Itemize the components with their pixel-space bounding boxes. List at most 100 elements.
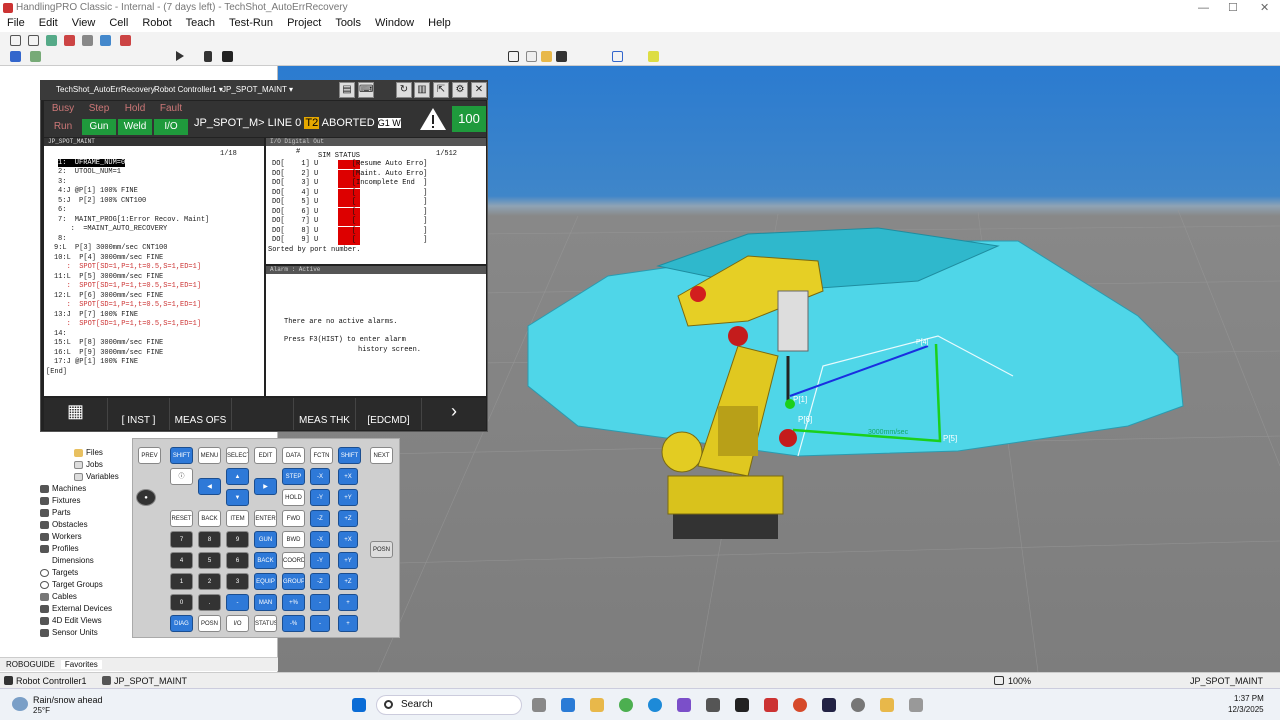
jog-j8-minus[interactable]: -	[310, 615, 330, 632]
key-fctn[interactable]: FCTN	[310, 447, 333, 464]
jog-x-minus[interactable]: -X	[310, 468, 330, 485]
stop-icon[interactable]	[222, 51, 233, 62]
clock-date[interactable]: 12/3/2025	[1228, 705, 1264, 714]
close-button[interactable]: ✕	[1260, 0, 1269, 16]
start-icon[interactable]	[352, 698, 366, 712]
jog-y-minus[interactable]: -Y	[310, 489, 330, 506]
key-hold[interactable]: HOLD	[282, 489, 305, 506]
key-group[interactable]: GROUP	[282, 573, 305, 590]
maximize-button[interactable]: ☐	[1228, 0, 1238, 16]
pause-icon[interactable]	[204, 51, 212, 62]
menu-project[interactable]: Project	[280, 16, 328, 32]
program-line[interactable]: : =MAINT_AUTO_RECOVERY	[58, 225, 168, 233]
key-posn-side[interactable]: POSN	[370, 541, 393, 558]
io-row[interactable]: DO[ 9] U [ ]	[272, 236, 427, 244]
arrow-up-icon[interactable]: ▲	[226, 468, 249, 485]
program-line[interactable]: 5:J P[2] 100% CNT100	[58, 197, 146, 205]
jog-z-minus[interactable]: -Z	[310, 510, 330, 527]
play-icon[interactable]	[176, 51, 184, 61]
key-0[interactable]: 0	[170, 594, 193, 611]
program-dropdown[interactable]: JP_SPOT_MAINT ▾	[222, 80, 293, 100]
key-menu[interactable]: MENU	[198, 447, 221, 464]
key-dot[interactable]: .	[198, 594, 221, 611]
jog-j7-minus[interactable]: -	[310, 594, 330, 611]
roboguide-icon[interactable]	[764, 698, 778, 712]
edge-icon[interactable]	[648, 698, 662, 712]
f2-meas-ofs-button[interactable]: MEAS OFS	[170, 398, 232, 430]
new-file-icon[interactable]	[526, 51, 537, 62]
program-line[interactable]: 14:	[54, 330, 67, 338]
key-6[interactable]: 6	[226, 552, 249, 569]
menu-test-run[interactable]: Test-Run	[222, 16, 280, 32]
program-line[interactable]: 12:L P[6] 3000mm/sec FINE	[54, 292, 163, 300]
key-status[interactable]: STATUS	[254, 615, 277, 632]
io-row[interactable]: DO[ 4] U [ ]	[272, 189, 427, 197]
arrow-right-icon[interactable]: ▶	[254, 478, 277, 495]
app-icon[interactable]	[735, 698, 749, 712]
key-bwd[interactable]: BWD	[282, 531, 305, 548]
menu-teach[interactable]: Teach	[179, 16, 222, 32]
program-line[interactable]: : SPOT[SD=1,P=1,t=0.5,S=1,ED=1]	[54, 263, 201, 271]
key-gun[interactable]: GUN	[254, 531, 277, 548]
key-shift-right[interactable]: SHIFT	[338, 447, 361, 464]
key-item[interactable]: ITEM	[226, 510, 249, 527]
program-line[interactable]: 17:J @P[1] 100% FINE	[54, 358, 138, 366]
key-fwd[interactable]: FWD	[282, 510, 305, 527]
app-icon[interactable]	[677, 698, 691, 712]
key-diag-help[interactable]: DIAG HELP	[170, 615, 193, 632]
emergency-stop-icon[interactable]: ●	[136, 489, 156, 506]
app-icon[interactable]	[880, 698, 894, 712]
pendant-close-icon[interactable]: ✕	[471, 82, 487, 98]
jog-j5-plus[interactable]: +Y	[338, 552, 358, 569]
program-line[interactable]: : SPOT[SD=1,P=1,t=0.5,S=1,ED=1]	[54, 301, 201, 309]
menu-help[interactable]: Help	[421, 16, 458, 32]
program-line[interactable]: 9:L P[3] 3000mm/sec CNT100	[54, 244, 167, 252]
key-1[interactable]: 1	[170, 573, 193, 590]
program-line[interactable]: 1: UFRAME_NUM=0	[58, 159, 126, 167]
teach-icon[interactable]	[30, 51, 41, 62]
key-enter[interactable]: ENTER	[254, 510, 277, 527]
record-icon[interactable]	[120, 35, 131, 46]
tab-favorites[interactable]: Favorites	[60, 660, 102, 669]
help-icon[interactable]	[648, 51, 659, 62]
info-icon[interactable]: ⓘ	[170, 468, 193, 485]
key-posn[interactable]: POSN	[198, 615, 221, 632]
app-icon[interactable]	[793, 698, 807, 712]
program-line[interactable]: 3:	[58, 178, 66, 186]
arrow-down-icon[interactable]: ▼	[226, 489, 249, 506]
jog-j8-plus[interactable]: +	[338, 615, 358, 632]
key-shift[interactable]: SHIFT	[170, 447, 193, 464]
f1-inst-button[interactable]: [ INST ]	[108, 398, 170, 430]
weather-temp[interactable]: 25°F	[33, 706, 50, 715]
next-page-icon[interactable]: ›	[422, 398, 486, 430]
key-8[interactable]: 8	[198, 531, 221, 548]
program-line[interactable]: 10:L P[4] 3000mm/sec FINE	[54, 254, 163, 262]
jog-j4-plus[interactable]: +X	[338, 531, 358, 548]
program-line[interactable]: : SPOT[SD=1,P=1,t=0.5,S=1,ED=1]	[54, 320, 201, 328]
program-line[interactable]: 11:L P[5] 3000mm/sec FINE	[54, 273, 163, 281]
program-line[interactable]: 6:	[58, 206, 66, 214]
controller-dropdown[interactable]: Robot Controller1 ▾	[154, 80, 223, 100]
taskbar-search[interactable]: Search	[376, 695, 522, 715]
pendant-menu-icon[interactable]: ▤	[339, 82, 355, 98]
key-man-fnct[interactable]: MAN FNCT	[254, 594, 277, 611]
f5-edcmd-button[interactable]: [EDCMD]	[356, 398, 422, 430]
view-icon[interactable]	[100, 35, 111, 46]
io-row[interactable]: DO[ 6] U [ ]	[272, 208, 427, 216]
chrome-icon[interactable]	[619, 698, 633, 712]
key-edit[interactable]: EDIT	[254, 447, 277, 464]
apps-grid-icon[interactable]: ▦	[44, 398, 108, 430]
io-row[interactable]: DO[ 1] U [Resume Auto Erro]	[272, 160, 427, 168]
key-5[interactable]: 5	[198, 552, 221, 569]
program-line[interactable]: 13:J P[7] 100% FINE	[54, 311, 138, 319]
rotate-icon[interactable]	[82, 35, 93, 46]
tab-roboguide[interactable]: ROBOGUIDE	[0, 660, 61, 669]
speed-down-icon[interactable]: -%	[282, 615, 305, 632]
menu-file[interactable]: File	[0, 16, 32, 32]
save-icon[interactable]	[556, 51, 567, 62]
key-next[interactable]: NEXT	[370, 447, 393, 464]
menu-view[interactable]: View	[65, 16, 103, 32]
key-9[interactable]: 9	[226, 531, 249, 548]
f3-button[interactable]	[232, 398, 294, 430]
menu-tools[interactable]: Tools	[328, 16, 368, 32]
